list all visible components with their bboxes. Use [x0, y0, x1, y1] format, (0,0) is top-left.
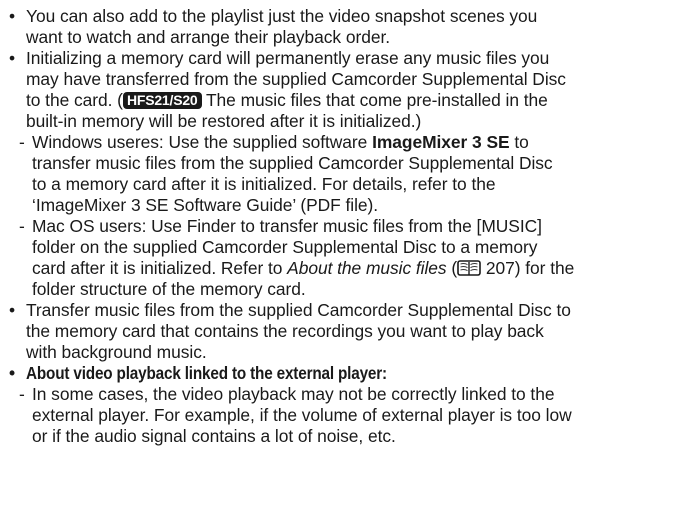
text-line: transfer music files from the supplied C… [32, 153, 553, 173]
text-fragment: Windows useres: Use the supplied softwar… [32, 132, 373, 152]
bullet-transfer-music: • Transfer music files from the supplied… [8, 300, 667, 363]
sub-dash: - [19, 384, 25, 404]
sub-item-external-player: - In some cases, the video playback may … [8, 384, 667, 447]
text-line: with background music. [26, 342, 207, 362]
sub-item-mac: - Mac OS users: Use Finder to transfer m… [8, 216, 667, 300]
software-name: ImageMixer 3 SE [372, 132, 510, 152]
text-line: In some cases, the video playback may no… [32, 384, 555, 404]
text-line: ‘ImageMixer 3 SE Software Guide’ (PDF fi… [32, 195, 379, 215]
text-fragment: to the card. ( [26, 90, 123, 110]
text-line: Initializing a memory card will permanen… [26, 48, 550, 68]
section-heading: About video playback linked to the exter… [26, 363, 387, 383]
bullet-external-player: • About video playback linked to the ext… [8, 363, 667, 384]
text-line: folder structure of the memory card. [32, 279, 306, 299]
sub-dash: - [19, 216, 25, 236]
text-line: the memory card that contains the record… [26, 321, 544, 341]
bullet-dot: • [9, 48, 16, 68]
reference-title: About the music files [287, 258, 447, 278]
text-fragment: The music files that come pre-installed … [201, 90, 548, 110]
text-line: Transfer music files from the supplied C… [26, 300, 571, 320]
text-line: external player. For example, if the vol… [32, 405, 572, 425]
bullet-playlist-snapshot: • You can also add to the playlist just … [8, 6, 667, 48]
bullet-dot: • [9, 300, 16, 320]
bullet-initializing-card: • Initializing a memory card will perman… [8, 48, 667, 132]
bullet-dot: • [9, 363, 16, 383]
text-line: to the card. (HFS21/S20 The music files … [26, 90, 667, 111]
sub-item-windows: - Windows useres: Use the supplied softw… [8, 132, 667, 216]
text-fragment: card after it is initialized. Refer to [32, 258, 288, 278]
text-line: or if the audio signal contains a lot of… [32, 426, 396, 446]
text-line: card after it is initialized. Refer to A… [32, 258, 667, 279]
text-line: may have transferred from the supplied C… [26, 69, 566, 89]
text-line: folder on the supplied Camcorder Supplem… [32, 237, 538, 257]
text-line: You can also add to the playlist just th… [26, 6, 538, 26]
model-badge: HFS21/S20 [122, 92, 202, 109]
text-line: to a memory card after it is initialized… [32, 174, 496, 194]
text-fragment: ( [446, 258, 458, 278]
text-line: built-in memory will be restored after i… [26, 111, 422, 131]
manual-page: • You can also add to the playlist just … [0, 0, 675, 519]
bullet-dot: • [9, 6, 16, 26]
text-line: want to watch and arrange their playback… [26, 27, 391, 47]
text-line: Windows useres: Use the supplied softwar… [32, 132, 667, 153]
page-reference: 207) for the [481, 258, 575, 278]
book-reference-icon [457, 260, 481, 276]
sub-dash: - [19, 132, 25, 152]
text-line: About video playback linked to the exter… [26, 363, 667, 384]
text-fragment: to [509, 132, 529, 152]
text-line: Mac OS users: Use Finder to transfer mus… [32, 216, 542, 236]
